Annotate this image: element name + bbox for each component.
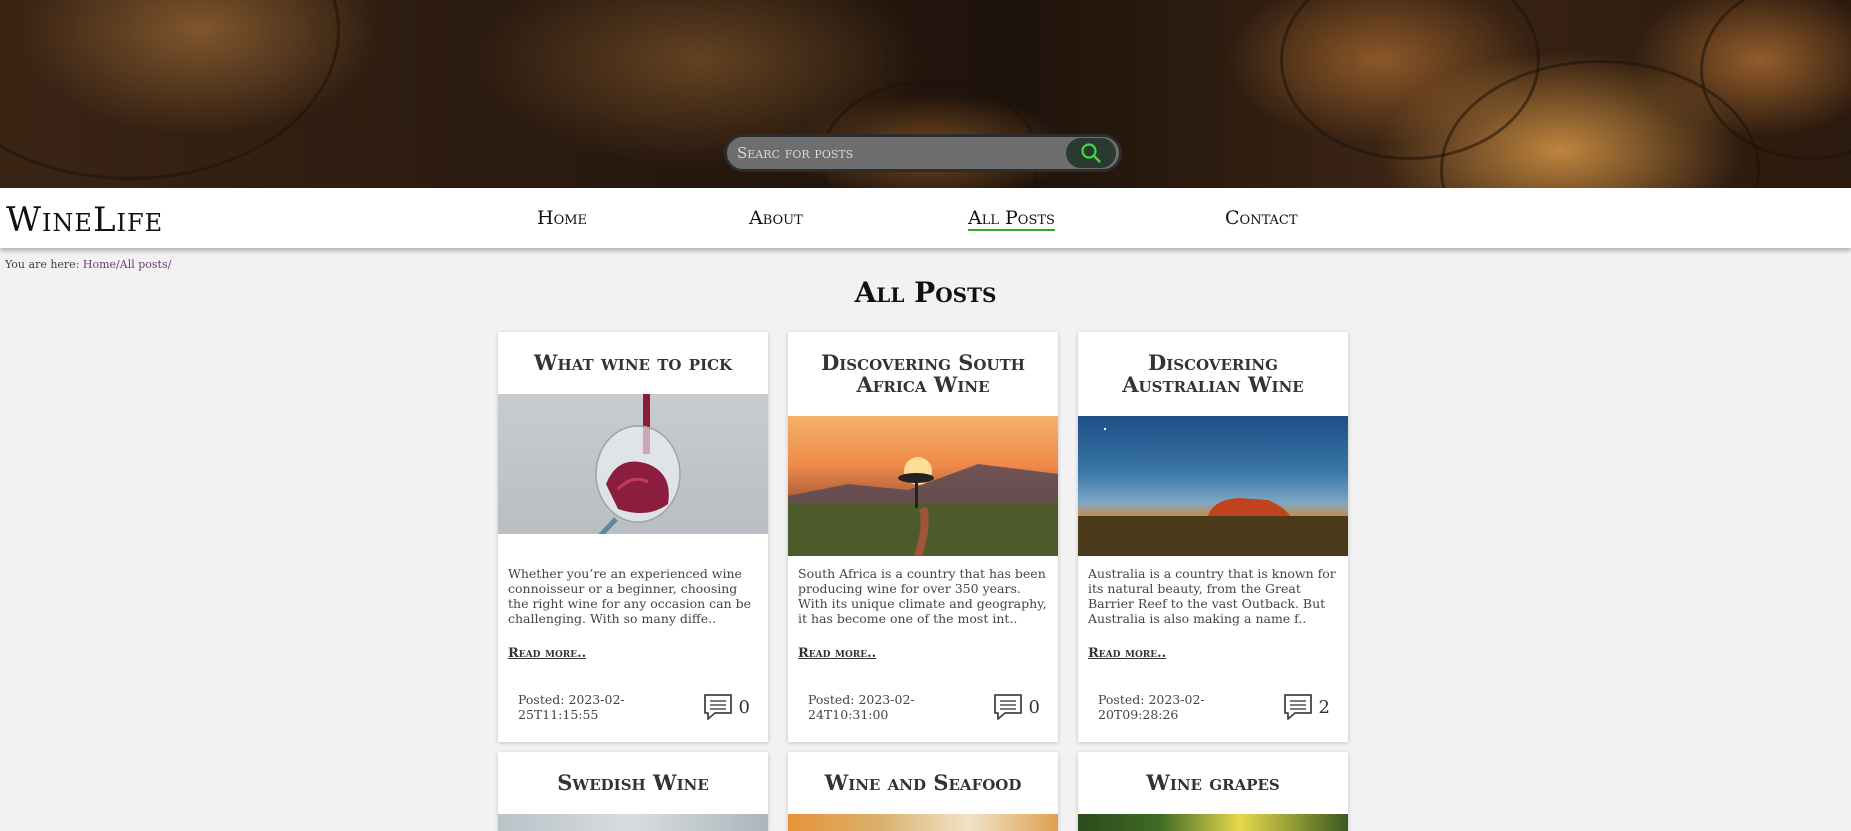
post-title[interactable]: Wine and Seafood: [788, 752, 1058, 794]
post-date-line: 20T09:28:26: [1098, 707, 1179, 722]
post-title[interactable]: What wine to pick: [498, 332, 768, 374]
post-card: Swedish Wine: [498, 752, 768, 831]
post-excerpt: South Africa is a country that has been …: [798, 566, 1047, 626]
savanna-image: [788, 457, 1058, 556]
hero-banner: [0, 0, 1851, 188]
search-button[interactable]: [1066, 138, 1116, 168]
post-date-line: 25T11:15:55: [518, 707, 599, 722]
post-image[interactable]: [498, 394, 768, 534]
post-image[interactable]: [498, 814, 768, 831]
comment-count[interactable]: 0: [993, 693, 1040, 721]
post-excerpt: Australia is a country that is known for…: [1088, 566, 1336, 626]
post-title[interactable]: Discovering Australian Wine: [1078, 332, 1348, 396]
search-icon: [1081, 143, 1101, 163]
post-card: Discovering South Africa Wine South Afri…: [788, 332, 1058, 742]
post-date: Posted: 2023-02- 24T10:31:00: [808, 692, 938, 722]
page-title: All Posts: [854, 276, 997, 309]
nav-all-posts[interactable]: All Posts: [968, 207, 1055, 231]
breadcrumb-link[interactable]: Home/All posts/: [83, 258, 171, 271]
read-more-link[interactable]: Read more..: [798, 646, 876, 661]
post-date: Posted: 2023-02- 20T09:28:26: [1098, 692, 1228, 722]
post-card: Wine and Seafood: [788, 752, 1058, 831]
breadcrumb: You are here: Home/All posts/: [5, 258, 171, 271]
comment-icon: [993, 694, 1022, 720]
post-image[interactable]: [1078, 416, 1348, 556]
post-date: Posted: 2023-02- 25T11:15:55: [518, 692, 648, 722]
top-navigation: WineLife Home About All Posts Contact: [0, 188, 1851, 248]
post-date-line: Posted: 2023-02-: [518, 692, 625, 707]
post-card: Wine grapes: [1078, 752, 1348, 831]
post-card: Discovering Australian Wine Australia is…: [1078, 332, 1348, 742]
search-bar: [724, 134, 1122, 172]
post-image[interactable]: [788, 416, 1058, 556]
comment-icon: [1283, 694, 1312, 720]
comment-count-value: 2: [1318, 696, 1330, 718]
nav-home[interactable]: Home: [537, 207, 587, 229]
uluru-image: [1078, 427, 1348, 556]
site-logo[interactable]: WineLife: [6, 200, 163, 240]
comment-count-value: 0: [1028, 696, 1040, 718]
nav-about[interactable]: About: [749, 207, 803, 229]
comment-count[interactable]: 2: [1283, 693, 1330, 721]
read-more-link[interactable]: Read more..: [508, 646, 586, 661]
post-title[interactable]: Wine grapes: [1078, 752, 1348, 794]
post-image[interactable]: [1078, 814, 1348, 831]
post-title[interactable]: Discovering South Africa Wine: [788, 332, 1058, 396]
post-date-line: 24T10:31:00: [808, 707, 889, 722]
post-title[interactable]: Swedish Wine: [498, 752, 768, 794]
search-input[interactable]: [737, 144, 1066, 162]
comment-icon: [703, 694, 732, 720]
read-more-link[interactable]: Read more..: [1088, 646, 1166, 661]
post-image[interactable]: [788, 814, 1058, 831]
post-date-line: Posted: 2023-02-: [808, 692, 915, 707]
wine-glass-image: [595, 394, 681, 534]
breadcrumb-prefix: You are here:: [5, 258, 83, 271]
comment-count[interactable]: 0: [703, 693, 750, 721]
post-card: What wine to pick Whether you’re an expe…: [498, 332, 768, 742]
comment-count-value: 0: [738, 696, 750, 718]
barrel-decoration: [0, 0, 340, 180]
post-excerpt: Whether you’re an experienced wine conno…: [508, 566, 752, 626]
post-date-line: Posted: 2023-02-: [1098, 692, 1205, 707]
nav-contact[interactable]: Contact: [1225, 207, 1298, 229]
